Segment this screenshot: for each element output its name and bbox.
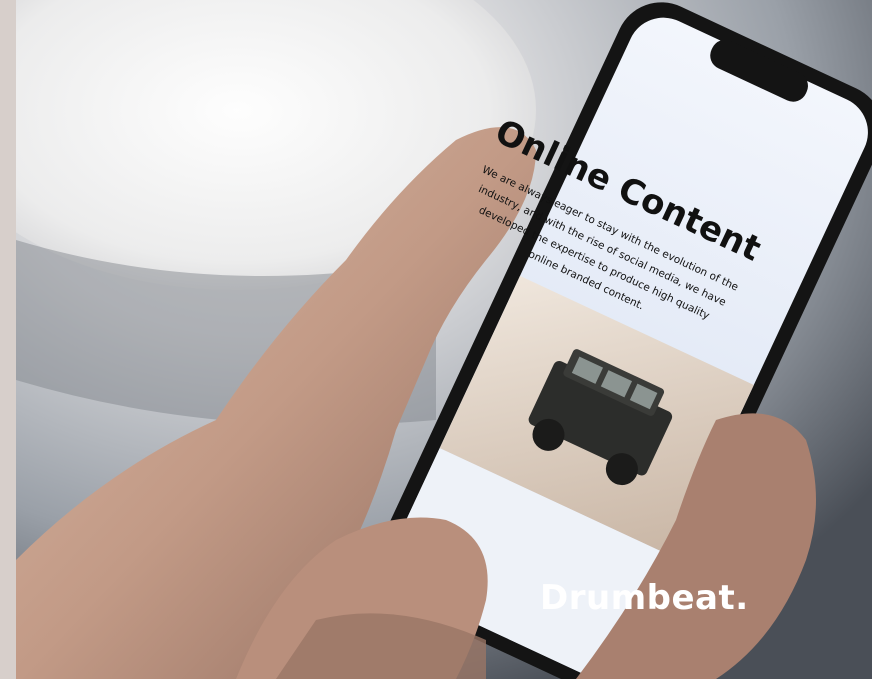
brand-logo-text: Drumbeat. xyxy=(540,578,749,618)
left-border-strip xyxy=(0,0,16,679)
photo-scene: Online Content We are always eager to st… xyxy=(0,0,872,679)
